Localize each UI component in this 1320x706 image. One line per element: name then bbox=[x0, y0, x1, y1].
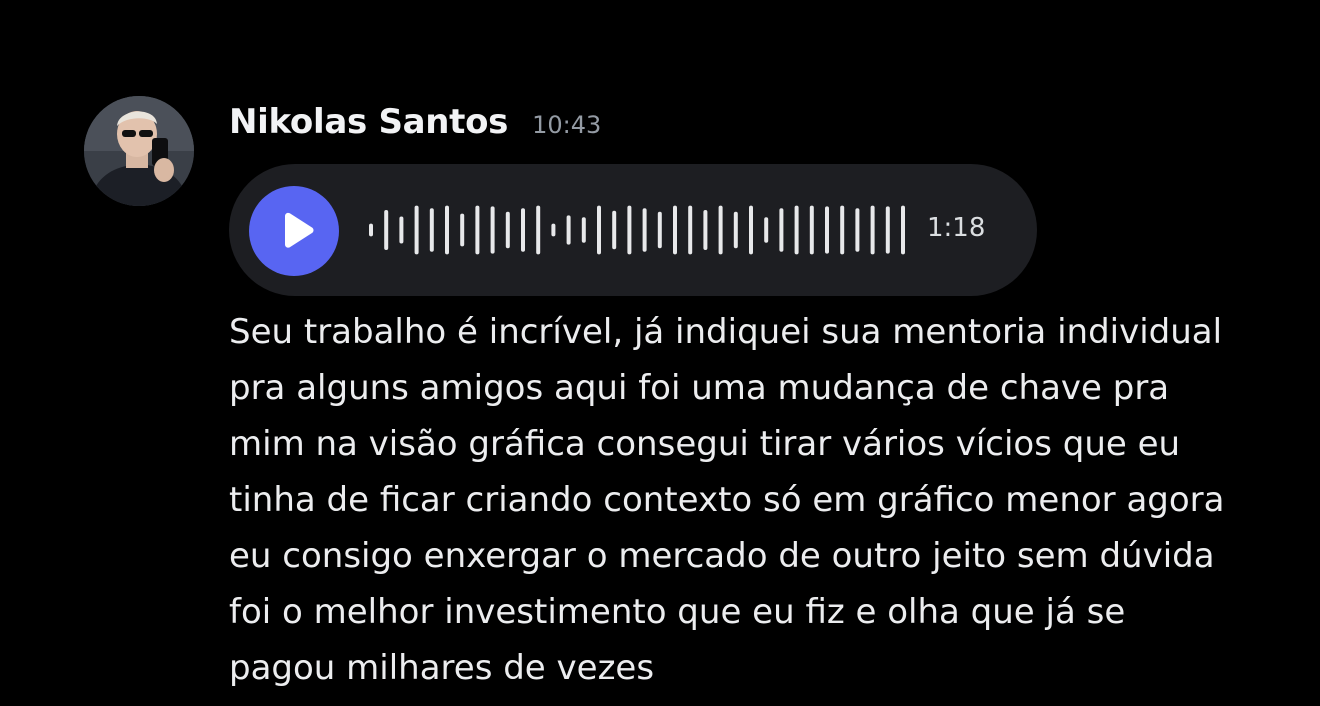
play-icon bbox=[285, 212, 314, 248]
avatar[interactable] bbox=[84, 96, 194, 206]
play-button[interactable] bbox=[249, 186, 339, 276]
voice-message: 1:18 bbox=[229, 164, 1037, 296]
message-timestamp: 10:43 bbox=[532, 111, 602, 139]
chat-message: Nikolas Santos 10:43 1:18 Seu trabalho é… bbox=[0, 0, 1320, 706]
avatar-photo bbox=[84, 96, 194, 206]
waveform[interactable] bbox=[369, 194, 909, 266]
author-name[interactable]: Nikolas Santos bbox=[229, 102, 508, 142]
message-content: Seu trabalho é incrível, já indiquei sua… bbox=[229, 312, 1225, 688]
message-header: Nikolas Santos 10:43 bbox=[229, 102, 601, 150]
voice-duration: 1:18 bbox=[927, 213, 986, 243]
